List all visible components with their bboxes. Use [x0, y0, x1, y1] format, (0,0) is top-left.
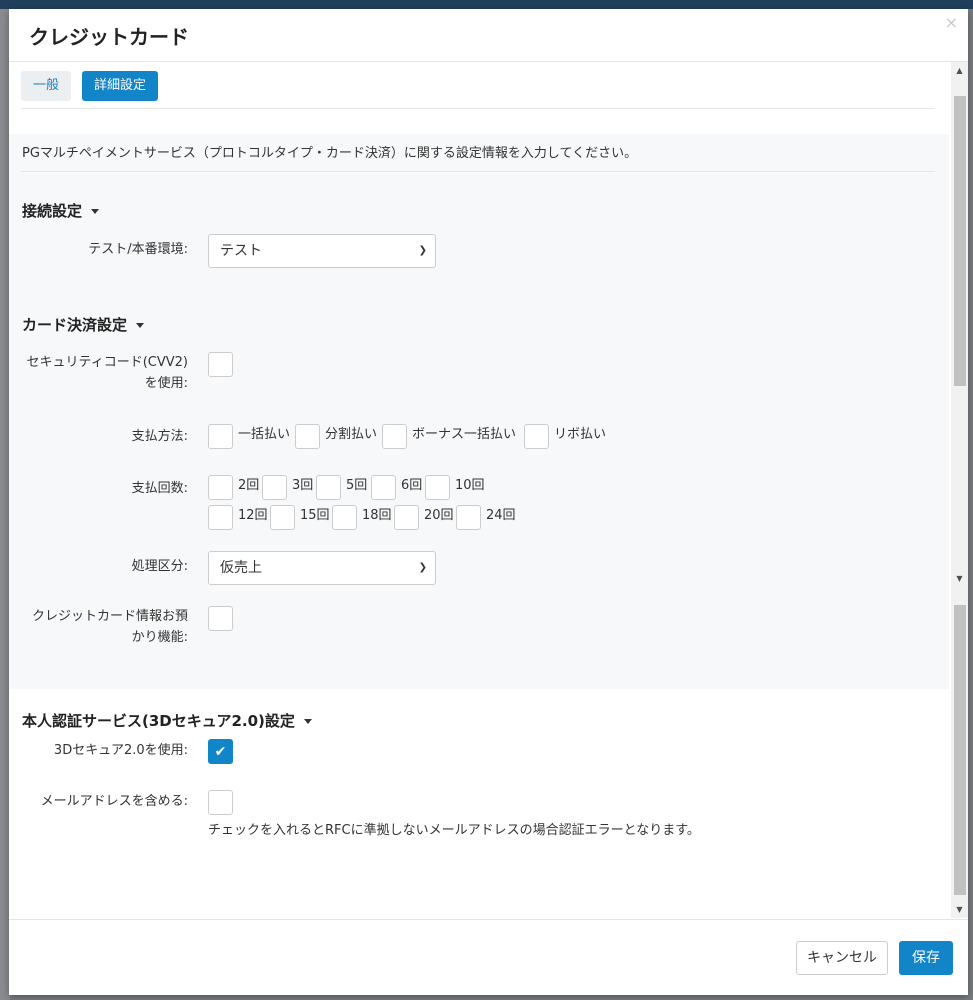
include-email-checkbox[interactable] [208, 790, 233, 815]
installment-12-checkbox[interactable] [208, 505, 233, 530]
installment-6-label: 6回 [401, 478, 423, 493]
installment-5-label: 5回 [346, 478, 368, 493]
caret-down-icon [303, 719, 312, 724]
card-deposit-label: クレジットカード情報お預かり機能: [32, 606, 188, 648]
installment-20-label: 20回 [424, 508, 454, 523]
card-deposit-label-line1: クレジットカード情報お預 [31, 609, 188, 624]
3ds-use-checkbox[interactable]: ✔ [208, 739, 233, 764]
installment-20-checkbox[interactable] [394, 505, 419, 530]
email-note: チェックを入れるとRFCに準拠しないメールアドレスの場合認証エラーとなります。 [208, 823, 700, 838]
payment-bonus-label: ボーナス一括払い [412, 427, 517, 442]
close-icon[interactable]: × [945, 13, 958, 32]
3ds-use-label: 3Dセキュア2.0を使用: [53, 743, 188, 758]
installment-2-checkbox[interactable] [208, 475, 233, 500]
scroll-down-icon[interactable]: ▼ [951, 901, 968, 918]
installments-label: 支払回数: [131, 481, 188, 496]
card-deposit-label-line2: かり機能: [131, 630, 188, 645]
payment-revolving-checkbox[interactable] [524, 424, 549, 449]
tab-advanced-settings[interactable]: 詳細設定 [82, 71, 159, 101]
security-code-checkbox[interactable] [208, 352, 233, 377]
installment-3-label: 3回 [292, 478, 314, 493]
divider [21, 108, 935, 109]
installment-15-label: 15回 [300, 508, 330, 523]
processing-label: 処理区分: [131, 559, 188, 574]
installment-24-checkbox[interactable] [456, 505, 481, 530]
divider [21, 171, 935, 172]
security-code-label: セキュリティコード(CVV2) を使用: [27, 352, 189, 394]
chevron-down-icon: ❯ [418, 245, 427, 256]
installment-12-label: 12回 [238, 508, 268, 523]
installment-2-label: 2回 [238, 478, 260, 493]
card-deposit-checkbox[interactable] [208, 606, 233, 631]
outer-scrollbar[interactable]: ▼ [951, 605, 968, 918]
check-icon: ✔ [214, 744, 227, 760]
installment-24-label: 24回 [486, 508, 516, 523]
installment-18-checkbox[interactable] [332, 505, 357, 530]
modal-body: 一般 詳細設定 PGマルチペイメントサービス（プロトコルタイプ・カード決済）に関… [9, 62, 951, 918]
installment-6-checkbox[interactable] [371, 475, 396, 500]
outer-scrollbar-thumb[interactable] [954, 605, 966, 895]
credit-card-modal: クレジットカード × 一般 詳細設定 PGマルチペイメントサービス（プロトコルタ… [9, 9, 968, 995]
env-select[interactable]: テスト ❯ [208, 234, 436, 268]
caret-down-icon [136, 323, 145, 328]
payment-lump-checkbox[interactable] [208, 424, 233, 449]
tab-general[interactable]: 一般 [21, 71, 72, 101]
section-title-text: 本人認証サービス(3Dセキュア2.0)設定 [22, 712, 295, 730]
chevron-down-icon: ❯ [418, 562, 427, 573]
security-code-label-line2: を使用: [144, 376, 188, 391]
scroll-up-icon[interactable]: ▲ [951, 62, 968, 79]
installment-10-checkbox[interactable] [425, 475, 450, 500]
payment-lump-label: 一括払い [238, 427, 291, 442]
scroll-down-icon[interactable]: ▼ [951, 570, 968, 587]
caret-down-icon [91, 209, 100, 214]
env-select-value: テスト [220, 243, 262, 259]
processing-select-value: 仮売上 [220, 560, 262, 576]
installment-5-checkbox[interactable] [316, 475, 341, 500]
save-button[interactable]: 保存 [899, 941, 953, 975]
installment-15-checkbox[interactable] [270, 505, 295, 530]
app-top-bar [0, 0, 973, 9]
cancel-button[interactable]: キャンセル [796, 941, 888, 975]
payment-installment-checkbox[interactable] [295, 424, 320, 449]
payment-bonus-checkbox[interactable] [382, 424, 407, 449]
installment-3-checkbox[interactable] [262, 475, 287, 500]
payment-installment-label: 分割払い [325, 427, 378, 442]
description-text: PGマルチペイメントサービス（プロトコルタイプ・カード決済）に関する設定情報を入… [22, 146, 638, 161]
section-title-card[interactable]: カード決済設定 [22, 314, 145, 335]
modal-title: クレジットカード [29, 25, 189, 49]
scrollbar-thumb[interactable] [954, 96, 966, 386]
section-title-text: 接続設定 [22, 202, 83, 220]
payment-method-label: 支払方法: [131, 429, 188, 444]
security-code-label-line1: セキュリティコード(CVV2) [26, 355, 189, 370]
installment-10-label: 10回 [455, 478, 485, 493]
installment-18-label: 18回 [362, 508, 392, 523]
section-title-text: カード決済設定 [22, 316, 128, 334]
include-email-label: メールアドレスを含める: [40, 794, 188, 809]
modal-footer: キャンセル 保存 [9, 919, 968, 996]
env-label: テスト/本番環境: [88, 242, 188, 257]
section-title-3d-secure[interactable]: 本人認証サービス(3Dセキュア2.0)設定 [22, 710, 312, 731]
section-title-connection[interactable]: 接続設定 [22, 200, 100, 221]
modal-header: クレジットカード × [9, 9, 968, 62]
processing-select[interactable]: 仮売上 ❯ [208, 551, 436, 585]
payment-revolving-label: リボ払い [554, 427, 607, 442]
